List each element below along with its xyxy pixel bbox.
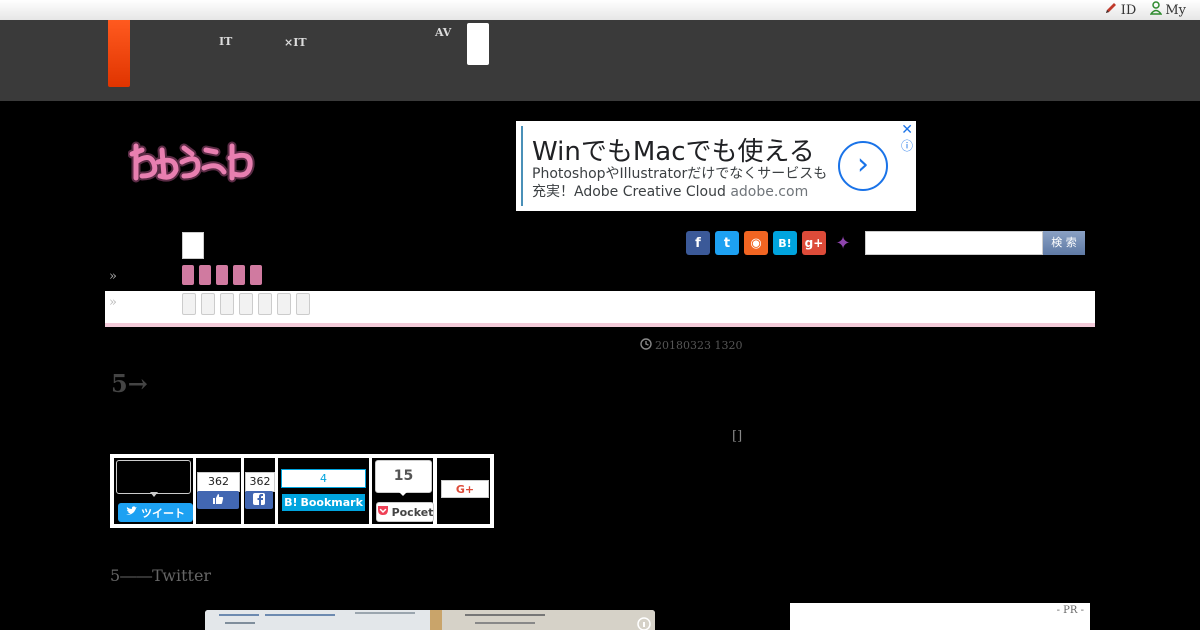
hatena-b-icon: B! — [284, 496, 298, 509]
ad-close-icon[interactable]: ✕ — [901, 122, 913, 138]
facebook-icon[interactable]: f — [686, 231, 710, 255]
cat-icon[interactable]: ✦ — [831, 231, 855, 255]
hatena-count: 4 — [281, 469, 366, 488]
pocket-label: Pocket — [391, 505, 434, 519]
googleplus-icon[interactable]: g+ — [802, 231, 826, 255]
rss-icon[interactable]: ◉ — [744, 231, 768, 255]
my-link-label: My — [1165, 2, 1186, 18]
site-search: 検 索 — [865, 231, 1085, 255]
article-title: 5→ — [111, 369, 148, 398]
facebook-f-icon — [253, 492, 265, 508]
tweet-button[interactable]: ツイート — [118, 503, 193, 522]
sidebar-pr-box[interactable]: - PR - — [790, 603, 1090, 630]
category-tags — [182, 265, 262, 285]
nav-item-av-label: AV — [435, 26, 452, 39]
nav-item-x-it-label: ×IT — [284, 36, 307, 49]
tweet-count-bubble — [116, 460, 191, 494]
nav-item-it-line2: IT — [219, 35, 233, 48]
nav-item-av[interactable]: AV — [435, 27, 451, 38]
id-link[interactable]: ID — [1104, 1, 1137, 19]
hatena-icon[interactable]: B! — [773, 231, 797, 255]
twitter-icon[interactable]: t — [715, 231, 739, 255]
ad-headline: WinでもMacでも使える — [532, 137, 815, 167]
bubble-pointer — [398, 491, 408, 496]
global-nav: IT ×IT AV — [0, 20, 1200, 101]
article-photo[interactable] — [205, 610, 655, 630]
tweet-button-label: ツイート — [141, 506, 185, 520]
social-follow-icons: f t ◉ B! g+ ✦ — [686, 231, 855, 255]
my-link[interactable]: My — [1149, 1, 1186, 19]
category-tag[interactable] — [199, 265, 211, 285]
twitter-bird-icon — [126, 506, 137, 519]
hatena-bookmark-button[interactable]: B! Bookmark — [282, 494, 365, 511]
fb-like-count: 362 — [197, 472, 240, 492]
breadcrumb-marker-2: » — [109, 295, 117, 310]
top-bar: ID My — [0, 0, 1200, 20]
nav-item-it[interactable]: IT — [219, 27, 232, 47]
fb-like-cell: 362 — [196, 458, 241, 524]
header-ad[interactable]: WinでもMacでも使える PhotoshopやIllustratorだけでなく… — [516, 121, 916, 211]
pocket-button[interactable]: Pocket — [376, 502, 434, 522]
fb-share-cell: 362 — [244, 458, 275, 524]
hatena-bookmark-label: Bookmark — [300, 496, 363, 509]
category-tag[interactable] — [216, 265, 228, 285]
ad-body: PhotoshopやIllustratorだけでなくサービスも充実！Adobe … — [532, 165, 832, 201]
article-lead: 5――Twitter — [110, 566, 212, 585]
site-logo[interactable] — [127, 140, 258, 194]
search-input[interactable] — [865, 231, 1043, 255]
sub-nav-tag[interactable] — [220, 293, 234, 315]
pencil-icon — [1104, 1, 1118, 19]
sub-nav-tag[interactable] — [182, 293, 196, 315]
article-bracket: [] — [732, 429, 743, 444]
nav-home-tab[interactable] — [108, 20, 130, 87]
id-link-label: ID — [1120, 2, 1137, 18]
fb-share-button[interactable] — [245, 491, 273, 509]
share-buttons: ツイート 362 362 4 B! Bookmark 15 Pocket G+ — [110, 454, 494, 528]
menu-toggle[interactable] — [182, 232, 204, 259]
clock-icon — [640, 338, 652, 353]
bubble-pointer — [150, 492, 158, 497]
fb-like-button[interactable] — [197, 491, 239, 509]
pr-label: - PR - — [1056, 605, 1084, 616]
ad-accent-bar — [521, 126, 523, 206]
hatena-cell: 4 B! Bookmark — [278, 458, 369, 524]
article-date: 20180323 1320 — [640, 338, 742, 353]
sub-nav-tag[interactable] — [258, 293, 272, 315]
sub-nav-tag[interactable] — [201, 293, 215, 315]
nav-item-x-it[interactable]: ×IT — [284, 37, 307, 48]
pocket-count: 15 — [375, 460, 432, 493]
pocket-cell: 15 Pocket — [372, 458, 434, 524]
tweet-cell: ツイート — [114, 458, 193, 524]
pocket-icon — [377, 505, 389, 519]
nav-search-box[interactable] — [467, 23, 489, 65]
fb-share-count: 362 — [245, 472, 275, 492]
ad-domain: adobe.com — [730, 184, 809, 200]
sub-nav-tag[interactable] — [296, 293, 310, 315]
sub-nav-tags — [182, 293, 310, 315]
article-date-text: 20180323 1320 — [655, 339, 743, 352]
user-icon — [1149, 1, 1163, 19]
sub-nav-tag[interactable] — [239, 293, 253, 315]
gplus-cell: G+ — [437, 458, 490, 524]
gplus-button[interactable]: G+ — [441, 480, 489, 498]
category-tag[interactable] — [182, 265, 194, 285]
breadcrumb-marker: » — [109, 269, 117, 284]
sub-nav-tag[interactable] — [277, 293, 291, 315]
thumbs-up-icon — [212, 493, 224, 508]
category-tag[interactable] — [250, 265, 262, 285]
category-tag[interactable] — [233, 265, 245, 285]
user-links: ID My — [1104, 1, 1186, 19]
ad-info-icon[interactable]: ⓘ — [901, 137, 913, 154]
search-button[interactable]: 検 索 — [1043, 231, 1085, 255]
ad-cta-arrow-icon[interactable]: › — [838, 141, 888, 191]
